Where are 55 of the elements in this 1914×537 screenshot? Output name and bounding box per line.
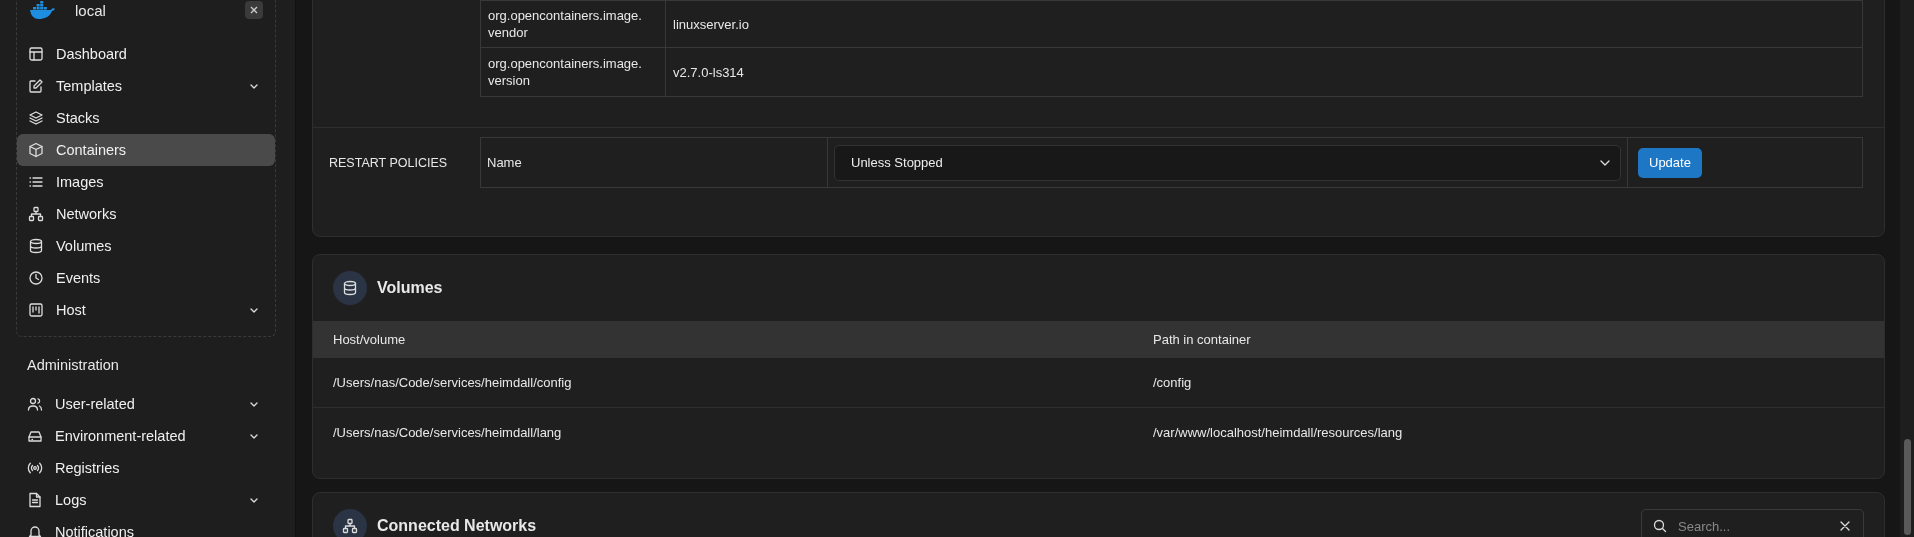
search-input[interactable]: Search... <box>1676 517 1829 535</box>
clock-icon <box>28 270 44 286</box>
broadcast-icon <box>27 460 43 476</box>
users-icon <box>27 396 43 412</box>
restart-policy-select[interactable]: Unless Stopped <box>834 144 1621 181</box>
label-value: linuxserver.io <box>665 0 1863 48</box>
search-icon <box>1652 518 1668 534</box>
sidebar-item[interactable]: Notifications <box>16 516 275 537</box>
sidebar-item[interactable]: Images <box>17 166 275 198</box>
column-header: Path in container <box>1133 321 1884 358</box>
bell-icon <box>27 524 43 537</box>
board-icon <box>28 302 44 318</box>
sidebar-item[interactable]: Logs <box>16 484 275 516</box>
sidebar-item[interactable]: Containers <box>17 134 275 166</box>
pencil-square-icon <box>28 78 44 94</box>
card-title: Connected Networks <box>377 517 538 535</box>
table-cell: /config <box>1133 358 1884 408</box>
sidebar-item[interactable]: Environment-related <box>16 420 275 452</box>
close-button[interactable] <box>245 1 263 19</box>
row-heading: RESTART POLICIES <box>328 154 449 172</box>
sidebar-item[interactable]: Stacks <box>17 102 275 134</box>
card-title: Volumes <box>377 279 444 297</box>
drive-icon <box>27 428 43 444</box>
whale-logo-icon <box>29 1 55 19</box>
database-icon <box>28 238 44 254</box>
database-icon <box>333 271 367 305</box>
sidebar-item[interactable]: Host <box>17 294 275 326</box>
search-field[interactable]: Search... <box>1641 509 1864 537</box>
label-value: v2.7.0-ls314 <box>665 47 1863 97</box>
document-icon <box>27 492 43 508</box>
close-icon <box>249 5 259 15</box>
sidebar-item[interactable]: Events <box>17 262 275 294</box>
section-title: Administration <box>27 357 120 373</box>
sidebar-item[interactable]: Volumes <box>17 230 275 262</box>
list-icon <box>28 174 44 190</box>
layers-icon <box>28 110 44 126</box>
scrollbar[interactable] <box>1900 0 1914 537</box>
sidebar-item[interactable]: Registries <box>16 452 275 484</box>
column-header: Host/volume <box>313 321 1133 358</box>
label-key: org.opencontainers.image.vendor <box>480 0 666 48</box>
table-cell: /Users/nas/Code/services/heimdall/lang <box>313 407 1133 457</box>
update-button[interactable]: Update <box>1638 147 1702 178</box>
network-icon <box>333 509 367 537</box>
cube-icon <box>28 142 44 158</box>
sidebar-item[interactable]: Dashboard <box>17 38 275 70</box>
field-label: Name <box>480 137 828 188</box>
table-cell: /var/www/localhost/heimdall/resources/lang <box>1133 407 1884 457</box>
layout-icon <box>28 46 44 62</box>
network-icon <box>28 206 44 222</box>
label-key: org.opencontainers.image.version <box>480 47 666 97</box>
sidebar-item[interactable]: Templates <box>17 70 275 102</box>
sidebar-item[interactable]: User-related <box>16 388 275 420</box>
environment-name: local <box>75 1 107 19</box>
table-cell: /Users/nas/Code/services/heimdall/config <box>313 358 1133 408</box>
sidebar-item[interactable]: Networks <box>17 198 275 230</box>
